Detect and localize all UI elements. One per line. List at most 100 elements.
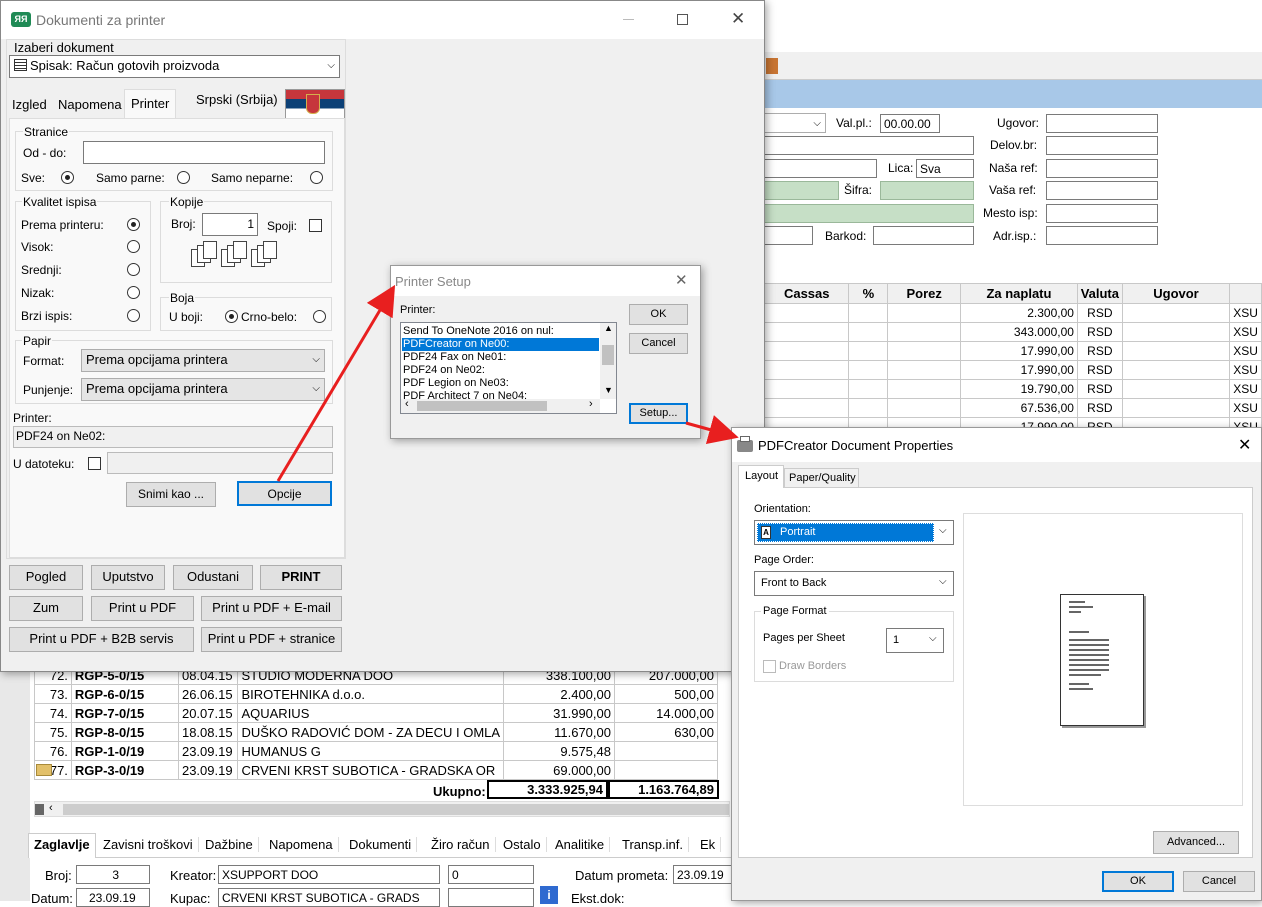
bottom-tab[interactable]: Zaglavlje — [28, 833, 96, 858]
orientation-select[interactable]: A Portrait ⌵ — [754, 520, 954, 545]
scroll-up-icon[interactable]: ▲ — [604, 323, 613, 333]
close-icon[interactable]: ✕ — [731, 9, 745, 29]
setup-ok-button[interactable]: OK — [629, 304, 688, 325]
print-pdf-b2b-button[interactable]: Print u PDF + B2B servis — [9, 627, 194, 652]
bg-field-4[interactable] — [448, 888, 534, 907]
bg-green-field-2[interactable] — [764, 204, 974, 223]
neparne-radio[interactable] — [310, 171, 323, 184]
tab-napomena[interactable]: Napomena — [58, 97, 122, 112]
u-boji-radio[interactable] — [225, 310, 238, 323]
pps-select[interactable]: 1 ⌵ — [886, 628, 944, 653]
grid-header[interactable]: Ugovor — [1121, 283, 1231, 304]
vertical-scrollbar[interactable]: ▲ ▼ — [600, 323, 616, 399]
props-ok-button[interactable]: OK — [1102, 871, 1174, 892]
print-pdf-button[interactable]: Print u PDF — [91, 596, 194, 621]
advanced-button[interactable]: Advanced... — [1153, 831, 1239, 854]
bg-combo[interactable]: ⌵ — [764, 113, 826, 133]
print-button[interactable]: PRINT — [260, 565, 342, 590]
setup-cancel-button[interactable]: Cancel — [629, 333, 688, 354]
setup-setup-button[interactable]: Setup... — [629, 403, 688, 424]
toolbar-icon[interactable] — [766, 58, 778, 74]
bg-green-field-1[interactable] — [764, 181, 839, 200]
vasa-ref-field[interactable] — [1046, 181, 1158, 200]
bottom-tab[interactable]: Ek — [695, 837, 722, 852]
grid-row[interactable]: 2.300,00 RSD XSU — [763, 303, 1262, 323]
datoteka-path-field[interactable] — [107, 452, 333, 474]
print-pdf-email-button[interactable]: Print u PDF + E-mail — [201, 596, 342, 621]
scroll-thumb[interactable] — [35, 804, 44, 815]
printer-list-item[interactable]: PDFCreator on Ne00: — [402, 338, 599, 351]
grid-row[interactable]: 19.790,00 RSD XSU — [763, 379, 1262, 399]
serbia-flag-icon[interactable] — [285, 89, 345, 119]
grid-header[interactable]: % — [848, 283, 889, 304]
tab-printer[interactable]: Printer — [131, 96, 169, 111]
printer-list-item[interactable]: PDF Legion on Ne03: — [402, 377, 599, 390]
parne-radio[interactable] — [177, 171, 190, 184]
grid-header[interactable] — [1229, 283, 1262, 304]
minimize-icon[interactable] — [623, 19, 634, 20]
bottom-tab[interactable]: Napomena — [264, 837, 339, 852]
field-zero[interactable]: 0 — [448, 865, 534, 884]
tab-izgled[interactable]: Izgled — [12, 97, 47, 112]
horizontal-scrollbar[interactable]: ‹ — [34, 801, 730, 817]
bottom-tab[interactable]: Žiro račun — [426, 837, 496, 852]
adr-field[interactable] — [1046, 226, 1158, 245]
printer-list-item[interactable]: Send To OneNote 2016 on nul: — [402, 325, 599, 338]
scroll-right-icon[interactable]: › — [589, 398, 593, 410]
uputstvo-button[interactable]: Uputstvo — [91, 565, 165, 590]
draw-borders-checkbox[interactable] — [763, 660, 776, 673]
grid-row[interactable]: 67.536,00 RSD XSU — [763, 398, 1262, 418]
tab-layout[interactable]: Layout — [745, 470, 778, 482]
scroll-track[interactable] — [63, 804, 729, 815]
print-pdf-stranice-button[interactable]: Print u PDF + stranice — [201, 627, 342, 652]
props-cancel-button[interactable]: Cancel — [1183, 871, 1255, 892]
scroll-down-icon[interactable]: ▼ — [604, 385, 613, 395]
grid-row[interactable]: 17.990,00RSD XSU — [763, 341, 1262, 361]
table-row[interactable]: 74. RGP-7-0/15 20.07.15 AQUARIUS 31.990,00 14… — [34, 703, 719, 723]
table-row[interactable]: 73. RGP-6-0/15 26.06.15 BIROTEHNIKA d.o.o. 2… — [34, 684, 719, 704]
kupac-field[interactable]: CRVENI KRST SUBOTICA - GRADS — [218, 888, 440, 907]
scroll-left-icon[interactable]: ‹ — [405, 398, 409, 410]
printer-listbox[interactable]: Send To OneNote 2016 on nul: PDFCreator o… — [400, 322, 617, 414]
grid-row[interactable]: 17.990,00RSD XSU — [763, 360, 1262, 380]
zum-button[interactable]: Zum — [9, 596, 83, 621]
format-select[interactable]: Prema opcijama printera ⌵ — [81, 349, 325, 372]
sifra-field[interactable] — [880, 181, 974, 200]
broj-kopija-input[interactable]: 1 — [202, 213, 258, 236]
sve-radio[interactable] — [61, 171, 74, 184]
datum-prometa-field[interactable]: 23.09.19 — [673, 865, 733, 884]
bg-field-1[interactable] — [764, 136, 974, 155]
bottom-tab[interactable]: Zavisni troškovi — [98, 837, 199, 852]
maximize-icon[interactable] — [677, 14, 688, 25]
datum-field[interactable]: 23.09.19 — [76, 888, 150, 907]
grid-row[interactable]: 343.000,00 RSD XSU — [763, 322, 1262, 342]
pogled-button[interactable]: Pogled — [9, 565, 83, 590]
punjenje-select[interactable]: Prema opcijama printera ⌵ — [81, 378, 325, 401]
brzi-radio[interactable] — [127, 309, 140, 322]
u-datoteku-checkbox[interactable] — [88, 457, 101, 470]
prema-printeru-radio[interactable] — [127, 218, 140, 231]
grid-header[interactable]: Za naplatu — [959, 283, 1078, 304]
broj-field[interactable]: 3 — [76, 865, 150, 884]
spoji-checkbox[interactable] — [309, 219, 322, 232]
grid-header[interactable]: Cassas — [763, 283, 850, 304]
srednji-radio[interactable] — [127, 263, 140, 276]
table-row[interactable]: 76. RGP-1-0/19 23.09.19 HUMANUS G 9.575,48 — [34, 741, 719, 761]
visok-radio[interactable] — [127, 240, 140, 253]
printer-list-item[interactable]: PDF24 on Ne02: — [402, 364, 599, 377]
bottom-tab[interactable]: Dažbine — [200, 837, 259, 852]
snimi-kao-button[interactable]: Snimi kao ... — [126, 482, 216, 507]
nizak-radio[interactable] — [127, 286, 140, 299]
ugovor-field[interactable] — [1046, 114, 1158, 133]
nasa-ref-field[interactable] — [1046, 159, 1158, 178]
lica-field[interactable]: Sva — [916, 159, 974, 178]
table-row[interactable]: 77. RGP-3-0/19 23.09.19 CRVENI KRST SUBOTIC… — [34, 760, 719, 780]
printer-list-item[interactable]: PDF24 Fax on Ne01: — [402, 351, 599, 364]
horizontal-scrollbar[interactable]: ‹ › — [401, 398, 600, 413]
scroll-left-icon[interactable]: ‹ — [49, 802, 53, 814]
document-select[interactable]: Spisak: Račun gotovih proizvoda ⌵ — [9, 55, 340, 78]
info-icon[interactable]: i — [540, 886, 558, 904]
table-row[interactable]: 75. RGP-8-0/15 18.08.15 DUŠKO RADOVIĆ DOM -… — [34, 722, 719, 742]
close-icon[interactable]: ✕ — [1238, 435, 1251, 455]
crno-belo-radio[interactable] — [313, 310, 326, 323]
